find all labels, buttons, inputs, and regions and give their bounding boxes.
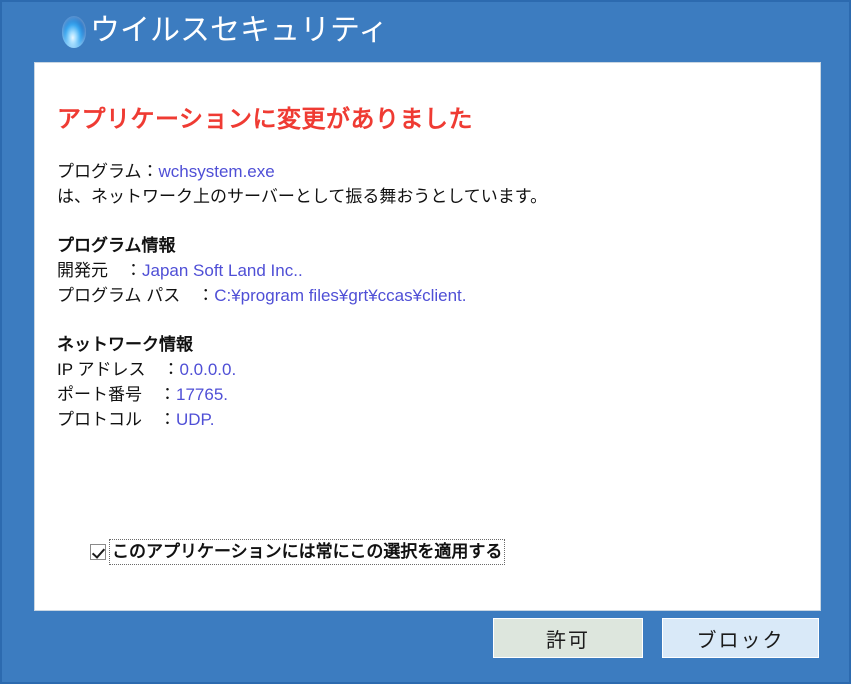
program-info-row-path: プログラム パス ：C:¥program files¥grt¥ccas¥clie… bbox=[57, 283, 806, 308]
program-info-row-vendor: 開発元 ：Japan Soft Land Inc.. bbox=[57, 258, 806, 283]
protocol-label: プロトコル ： bbox=[57, 410, 176, 429]
program-description: は、ネットワーク上のサーバーとして振る舞おうとしています。 bbox=[57, 187, 548, 206]
program-name-value: wchsystem.exe bbox=[158, 162, 275, 181]
program-info-title: プログラム情報 bbox=[57, 236, 176, 255]
title-bar: ウイルスセキュリティ bbox=[2, 2, 849, 60]
virus-security-alert-window: ウイルスセキュリティ アプリケーションに変更がありました プログラム：wchsy… bbox=[0, 0, 851, 684]
path-value: C:¥program files¥grt¥ccas¥client. bbox=[214, 286, 467, 305]
always-apply-checkbox[interactable] bbox=[90, 544, 106, 560]
network-info-block: ネットワーク情報 IP アドレス ：0.0.0.0. ポート番号 ：17765.… bbox=[57, 332, 806, 432]
protocol-value: UDP. bbox=[176, 410, 215, 429]
port-label: ポート番号 ： bbox=[57, 385, 176, 404]
network-info-row-protocol: プロトコル ：UDP. bbox=[57, 407, 806, 432]
port-value: 17765. bbox=[176, 385, 228, 404]
window-title: ウイルスセキュリティ bbox=[90, 14, 389, 47]
block-button[interactable]: ブロック bbox=[661, 617, 820, 659]
program-label: プログラム： bbox=[57, 162, 159, 181]
always-apply-row[interactable]: このアプリケーションには常にこの選択を適用する bbox=[90, 539, 506, 565]
program-info-block: プログラム情報 開発元 ：Japan Soft Land Inc.. プログラム… bbox=[57, 233, 806, 308]
ip-label: IP アドレス ： bbox=[57, 360, 180, 379]
ip-value: 0.0.0.0. bbox=[179, 360, 237, 379]
program-summary-block: プログラム：wchsystem.exe は、ネットワーク上のサーバーとして振る舞… bbox=[57, 159, 806, 209]
button-bar: 許可 ブロック bbox=[2, 614, 849, 664]
network-info-row-port: ポート番号 ：17765. bbox=[57, 382, 806, 407]
network-info-row-ip: IP アドレス ：0.0.0.0. bbox=[57, 357, 806, 382]
program-line: プログラム：wchsystem.exe bbox=[57, 159, 806, 184]
path-label: プログラム パス ： bbox=[57, 286, 215, 305]
network-info-title: ネットワーク情報 bbox=[57, 335, 193, 354]
content-panel: アプリケーションに変更がありました プログラム：wchsystem.exe は、… bbox=[34, 62, 821, 611]
vendor-value: Japan Soft Land Inc.. bbox=[142, 261, 303, 280]
alert-heading: アプリケーションに変更がありました bbox=[57, 106, 474, 133]
content-body: アプリケーションに変更がありました プログラム：wchsystem.exe は、… bbox=[57, 63, 806, 432]
vendor-label: 開発元 ： bbox=[57, 261, 142, 280]
always-apply-label[interactable]: このアプリケーションには常にこの選択を適用する bbox=[109, 539, 506, 565]
allow-button[interactable]: 許可 bbox=[492, 617, 644, 659]
blue-orb-icon bbox=[62, 16, 86, 48]
